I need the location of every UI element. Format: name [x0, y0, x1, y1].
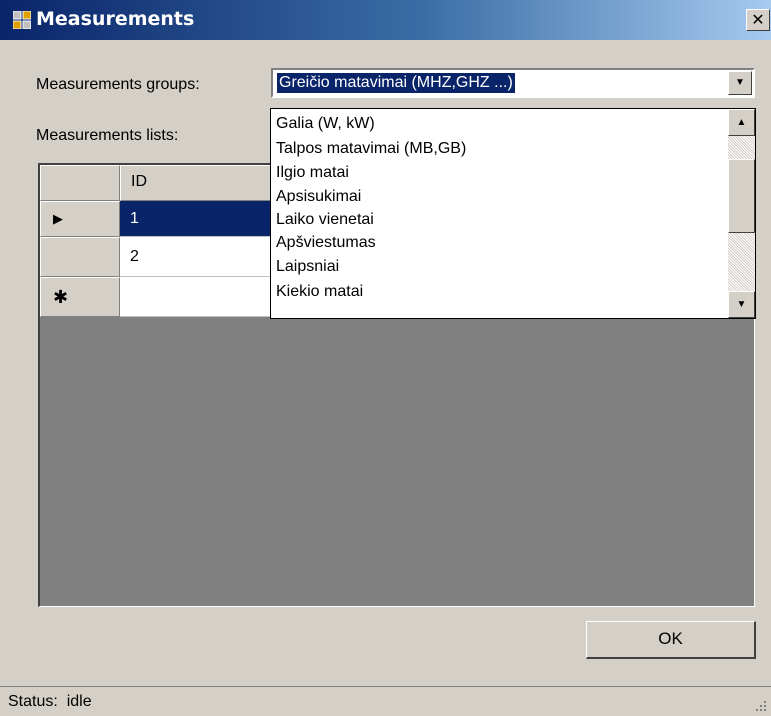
dropdown-option[interactable]: Talpos matavimai (MB,GB) — [276, 139, 466, 159]
current-row-indicator-icon: ▶ — [53, 211, 63, 226]
groups-selected-value: Greičio matavimai (MHZ,GHZ ...) — [276, 72, 516, 94]
status-value: idle — [66, 693, 92, 710]
groups-dropdown-list[interactable]: Galia (W, kW) Talpos matavimai (MB,GB) I… — [270, 108, 756, 319]
close-button[interactable]: ✕ — [746, 9, 770, 31]
status-label: Status: — [8, 693, 58, 710]
title-bar[interactable]: Measurements ✕ — [0, 0, 771, 40]
scroll-thumb[interactable] — [728, 159, 755, 233]
window-title: Measurements — [36, 8, 195, 30]
chevron-up-icon: ▲ — [736, 117, 747, 128]
dropdown-option[interactable]: Ilgio matai — [276, 163, 349, 183]
groups-label: Measurements groups: — [36, 76, 200, 93]
app-grid-icon — [13, 11, 31, 29]
dropdown-option[interactable]: Apšviestumas — [276, 233, 376, 253]
status-text: Status: idle — [8, 692, 92, 712]
new-row-asterisk-icon: ✱ — [53, 287, 69, 307]
dropdown-option[interactable]: Laipsniai — [276, 257, 339, 277]
dropdown-option[interactable]: Apsisukimai — [276, 187, 361, 207]
chevron-down-icon: ▼ — [735, 77, 745, 88]
dropdown-scrollbar[interactable]: ▲ ▼ — [728, 109, 755, 318]
cell-value: 2 — [130, 248, 139, 265]
resize-grip-icon[interactable] — [755, 700, 767, 712]
close-icon: ✕ — [751, 10, 765, 29]
dropdown-option[interactable]: Galia (W, kW) — [276, 114, 375, 134]
scroll-down-button[interactable]: ▼ — [728, 291, 755, 318]
row-header[interactable]: ▶ — [40, 201, 120, 237]
dropdown-option[interactable]: Kiekio matai — [276, 282, 363, 302]
groups-dropdown-button[interactable]: ▼ — [728, 71, 752, 95]
row-header[interactable] — [40, 237, 120, 277]
grid-corner-header — [40, 165, 120, 201]
status-bar: Status: idle — [0, 686, 771, 716]
dropdown-option[interactable]: Laiko vienetai — [276, 210, 374, 230]
lists-label: Measurements lists: — [36, 127, 179, 144]
scroll-up-button[interactable]: ▲ — [728, 109, 755, 136]
ok-button[interactable]: OK — [586, 621, 756, 659]
cell-value: 1 — [130, 210, 139, 227]
column-header-id-label: ID — [131, 173, 147, 190]
chevron-down-icon: ▼ — [736, 299, 747, 310]
new-row-header[interactable]: ✱ — [40, 277, 120, 317]
groups-combobox[interactable]: Greičio matavimai (MHZ,GHZ ...) ▼ — [271, 68, 755, 98]
